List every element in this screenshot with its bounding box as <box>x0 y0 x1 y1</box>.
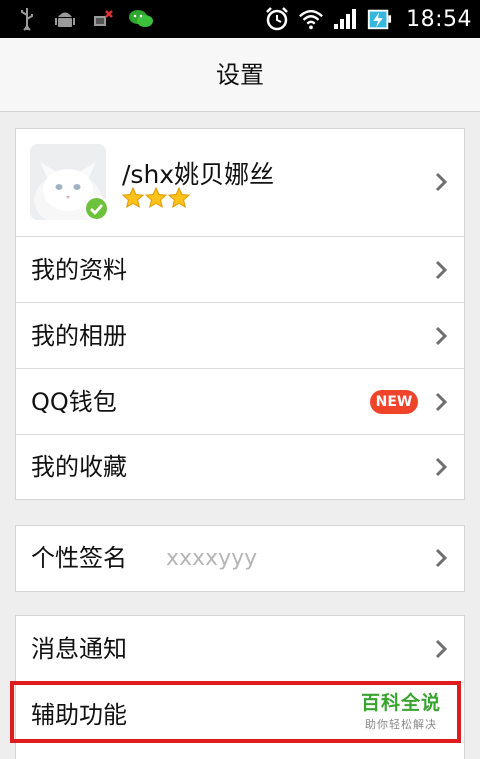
new-badge: NEW <box>370 390 418 414</box>
watermark-title: 百科全说 <box>360 692 441 714</box>
chevron-right-icon <box>435 260 448 280</box>
chevron-right-icon <box>435 548 448 568</box>
menu-item-my-profile[interactable]: 我的资料 <box>16 236 464 302</box>
wechat-icon <box>128 6 154 32</box>
menu-item-my-favorites[interactable]: 我的收藏 <box>16 434 464 499</box>
level-stars <box>122 187 190 209</box>
android-debug-icon <box>52 6 78 32</box>
menu-item-signature[interactable]: 个性签名 xxxxyyy <box>16 526 464 591</box>
signature-label: 个性签名 <box>31 544 127 572</box>
verified-check-icon <box>84 196 109 221</box>
chevron-right-icon <box>435 172 448 192</box>
settings-group-signature: 个性签名 xxxxyyy <box>15 525 465 592</box>
menu-item-label: 我的资料 <box>31 256 127 284</box>
signal-icon <box>332 6 358 32</box>
signature-value: xxxxyyy <box>166 546 258 571</box>
chevron-right-icon <box>435 392 448 412</box>
menu-item-label: 我的相册 <box>31 322 127 350</box>
status-time: 18:54 <box>406 6 472 32</box>
star-icon <box>168 187 190 209</box>
title-bar: 设置 <box>0 38 480 112</box>
status-bar: 18:54 <box>0 0 480 38</box>
wifi-icon <box>298 6 324 32</box>
system-status: 18:54 <box>264 4 472 34</box>
battery-charging-icon <box>366 6 392 32</box>
settings-group-account: /shx姚贝娜丝 我的资料 我的相册 QQ钱包 NEW 我的收藏 <box>15 128 465 500</box>
notification-icons <box>14 6 154 32</box>
profile-name: /shx姚贝娜丝 <box>122 160 275 189</box>
menu-item-qq-wallet[interactable]: QQ钱包 NEW <box>16 368 464 434</box>
watermark-subtitle: 助你轻松解决 <box>365 718 437 731</box>
chevron-right-icon <box>435 326 448 346</box>
menu-item-label: 消息通知 <box>31 635 127 663</box>
usb-icon <box>14 6 40 32</box>
chevron-right-icon <box>435 639 448 659</box>
watermark: 百科全说 助你轻松解决 <box>347 688 455 732</box>
alarm-icon <box>264 6 290 32</box>
star-icon <box>122 187 144 209</box>
profile-row[interactable]: /shx姚贝娜丝 <box>16 129 464 236</box>
menu-item-my-album[interactable]: 我的相册 <box>16 302 464 368</box>
star-icon <box>145 187 167 209</box>
menu-item-notifications[interactable]: 消息通知 <box>16 616 464 682</box>
menu-item-label: 我的收藏 <box>31 453 127 481</box>
sim-alert-icon <box>90 6 116 32</box>
menu-item-label: QQ钱包 <box>31 388 117 416</box>
chevron-right-icon <box>435 457 448 477</box>
page-title: 设置 <box>216 61 264 89</box>
